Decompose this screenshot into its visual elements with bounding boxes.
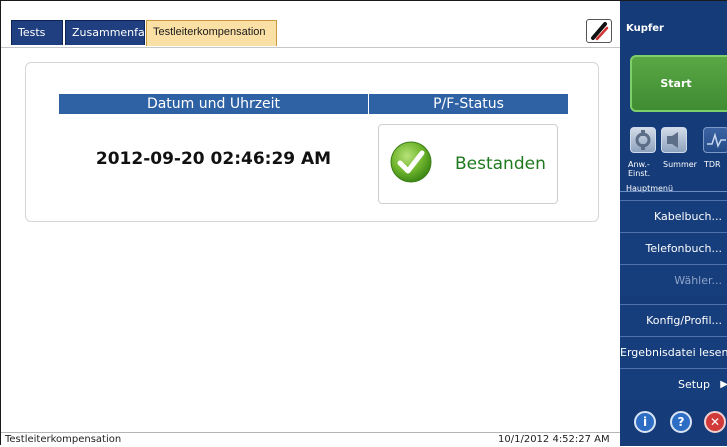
unit-switch-button[interactable]: [586, 19, 612, 43]
tab-summary[interactable]: Zusammenfa.: [65, 20, 148, 45]
close-button[interactable]: ✕: [704, 411, 726, 433]
menu-item-dialer[interactable]: Wähler...: [620, 264, 727, 296]
settings-icon: [635, 130, 651, 150]
info-icon: i: [642, 415, 648, 429]
menu-item-label: Wähler...: [674, 274, 722, 287]
menu-item-label: Telefonbuch...: [645, 242, 722, 255]
menu-item-label: Kabelbuch...: [653, 210, 722, 223]
tab-tests[interactable]: Tests: [11, 20, 63, 45]
menu-item-setup[interactable]: Setup ▶: [620, 368, 727, 400]
menu-item-cable-book[interactable]: Kabelbuch...: [620, 200, 727, 232]
app-window: Tests Zusammenfa. Testleiterkompensation…: [0, 0, 727, 447]
side-panel-title: Kupfer: [626, 23, 664, 34]
date-time-header: Datum und Uhrzeit: [59, 94, 368, 114]
settings-label: Anw.- Einst.: [628, 160, 651, 178]
settings-button[interactable]: [630, 127, 656, 153]
close-icon: ✕: [709, 415, 721, 429]
slash-icon: [591, 22, 609, 41]
info-button[interactable]: i: [634, 411, 656, 433]
menu-item-phone-book[interactable]: Telefonbuch...: [620, 232, 727, 264]
tab-lead-compensation[interactable]: Testleiterkompensation: [146, 20, 277, 46]
tab-bar: Tests Zusammenfa. Testleiterkompensation: [1, 1, 620, 48]
waveform-icon: [707, 132, 726, 149]
status-time: 10/1/2012 4:52:27 AM: [498, 434, 610, 445]
date-time-value: 2012-09-20 02:46:29 AM: [95, 149, 332, 169]
menu-item-config-profile[interactable]: Konfig/Profil...: [620, 304, 727, 336]
chevron-right-icon: ▶: [720, 379, 727, 390]
tone-button[interactable]: [661, 127, 687, 153]
side-panel: Kupfer Start Anw.- Einst. Summer TDR Hau…: [620, 1, 727, 446]
menu-item-label: Konfig/Profil...: [646, 314, 722, 327]
pf-status-box: Bestanden: [378, 124, 558, 204]
menu-item-label: Ergebnisdatei lesen: [620, 346, 727, 359]
main-area: Tests Zusammenfa. Testleiterkompensation…: [1, 1, 620, 447]
help-icon: ?: [677, 415, 685, 429]
pf-status-header: P/F-Status: [369, 94, 568, 114]
result-card: Datum und Uhrzeit P/F-Status 2012-09-20 …: [25, 62, 599, 222]
status-text: Testleiterkompensation: [5, 434, 122, 445]
pf-status-value: Bestanden: [455, 154, 546, 174]
start-button[interactable]: Start: [630, 55, 727, 112]
checkmark-icon: [390, 141, 432, 183]
menu-item-read-result-file[interactable]: Ergebnisdatei lesen: [620, 336, 727, 368]
menu-item-label: Setup: [677, 378, 710, 391]
tone-label: Summer: [663, 160, 697, 169]
help-button[interactable]: ?: [670, 411, 692, 433]
tdr-label: TDR: [704, 160, 721, 169]
menu-divider: [620, 191, 727, 192]
tdr-button[interactable]: [703, 127, 727, 153]
speaker-icon: [667, 132, 678, 148]
